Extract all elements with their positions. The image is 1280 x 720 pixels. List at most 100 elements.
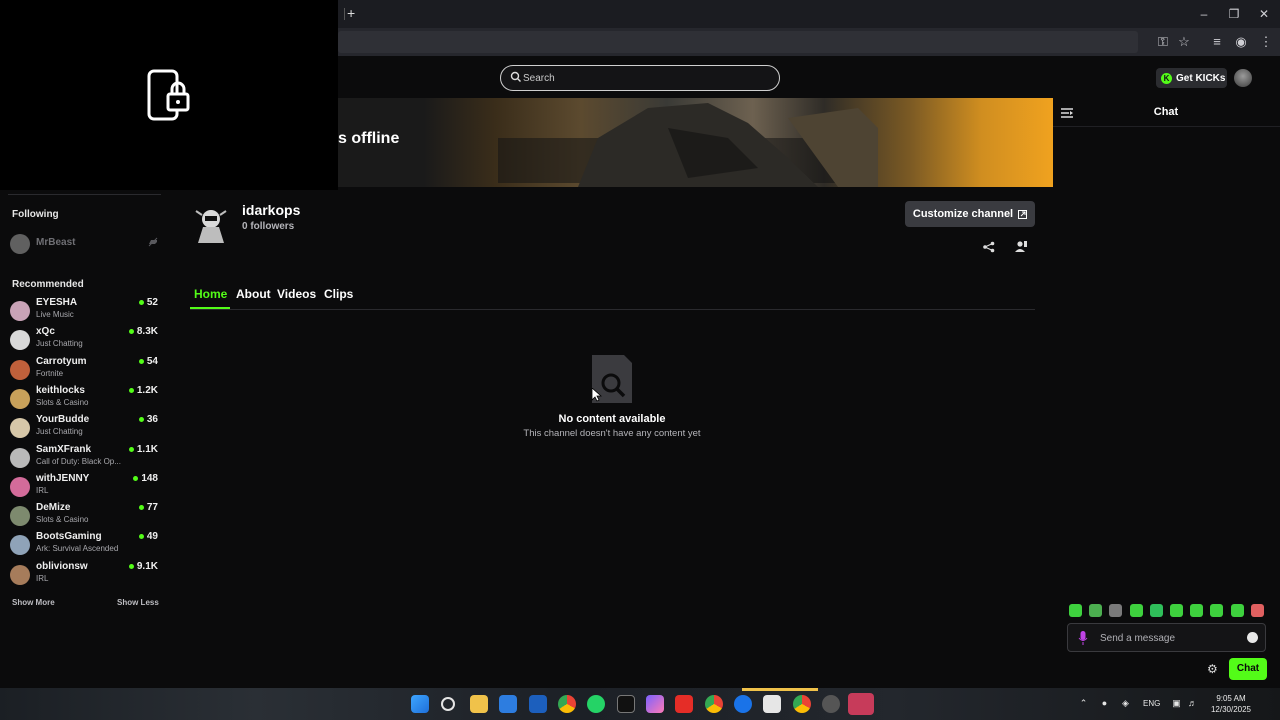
sidebar-item-demize[interactable]: DeMize Slots & Casino 77 [10,502,160,530]
channel-name: EYESHA [36,297,78,308]
emote-icon[interactable] [1210,604,1224,617]
emote-icon[interactable] [1129,604,1143,617]
share-icon[interactable] [982,240,996,254]
tab-videos[interactable]: Videos [277,287,316,301]
emote-icon[interactable] [1170,604,1183,617]
chat-message-input[interactable] [1100,631,1240,645]
search-bar[interactable] [500,65,780,91]
get-kicks-button[interactable]: K Get KICKs [1156,68,1227,88]
tray-volume-icon[interactable]: ♬ [1187,698,1198,709]
emote-icon[interactable] [1230,604,1244,617]
chrome-icon[interactable] [558,695,576,713]
app-icon-m[interactable] [529,695,547,713]
restore-icon[interactable]: ❐ [1224,5,1244,23]
sidebar-item-eyesha[interactable]: EYESHA Live Music 52 [10,297,160,325]
channel-name: keithlocks [36,384,85,396]
store-icon[interactable] [763,695,781,713]
close-icon[interactable]: ✕ [1254,5,1274,23]
tray-date: 12/30/2025 [1210,705,1252,714]
tradingview-icon[interactable] [617,695,635,713]
bookmark-star-icon[interactable]: ☆ [1174,32,1194,52]
address-field[interactable] [338,31,1138,53]
tab-clips[interactable]: Clips [324,287,353,301]
tab-home[interactable]: Home [194,287,227,301]
tab-about[interactable]: About [236,287,271,301]
emote-icon[interactable] [1149,604,1163,617]
avatar [10,301,30,321]
search-input[interactable] [523,69,773,87]
user-settings-icon[interactable] [1014,240,1028,254]
tray-display-icon[interactable]: ▣ [1171,698,1182,709]
avatar [10,388,30,409]
channel-name: Carrotyum [36,355,87,367]
chat-settings-gear-icon[interactable]: ⚙ [1207,663,1220,676]
youtube-icon[interactable] [675,695,693,713]
avatar [10,418,30,439]
emote-icon[interactable] [1109,604,1123,617]
channel-name: oblivionsw [36,560,88,572]
recorder-icon[interactable] [848,693,874,715]
sidebar-item-withjenny[interactable]: withJENNY IRL 148 [10,473,160,501]
avatar [10,447,30,468]
emote-icon[interactable] [1190,604,1204,617]
chrome-active-icon[interactable] [793,695,811,713]
microphone-icon[interactable] [1078,631,1088,645]
channel-category: IRL [36,485,49,495]
tray-overflow-chevron-icon[interactable]: ⌃ [1078,698,1089,709]
edge-icon[interactable] [734,695,752,713]
taskbar-search-icon[interactable] [441,697,455,711]
file-explorer-icon[interactable] [470,695,488,713]
viewer-count: 9.1K [128,561,158,572]
sidebar-item-oblivionsw[interactable]: oblivionsw IRL 9.1K [10,561,160,589]
viewer-count: 36 [138,414,158,425]
sidebar-item-bootsgaming[interactable]: BootsGaming Ark: Survival Ascended 49 [10,531,160,559]
user-avatar[interactable] [1234,69,1252,87]
empty-state-title: No content available [558,413,666,425]
emote-icon[interactable] [1250,604,1264,617]
chat-message-box[interactable] [1067,623,1266,652]
viewer-count-value: 54 [146,355,158,367]
password-key-icon[interactable]: ⚿ [1153,32,1173,52]
whatsapp-icon[interactable] [587,695,605,713]
emote-icon[interactable] [1069,604,1082,617]
outlook-icon[interactable] [499,695,517,713]
avatar [10,535,30,556]
tray-language[interactable]: ENG [1143,699,1160,708]
viewer-count: 52 [138,297,158,308]
sidebar-item-carrotyum[interactable]: Carrotyum Fortnite 54 [10,356,160,384]
sidebar-item-yourbudde[interactable]: YourBudde Just Chatting 36 [10,414,160,442]
viewer-count: 54 [138,355,158,367]
emote-icon[interactable] [1089,604,1103,617]
sidebar-item-keithlocks[interactable]: keithlocks Slots & Casino 1.2K [10,385,160,413]
following-heading: Following [12,209,59,220]
new-tab-button[interactable]: + [347,5,359,21]
viewer-count-value: 77 [146,502,158,514]
live-dot-icon [128,563,134,569]
chrome-profile-icon[interactable] [705,695,723,713]
sidebar-item-samxfrank[interactable]: SamXFrank Call of Duty: Black Op... 1.1K [10,444,160,472]
chat-send-button[interactable]: Chat [1229,658,1267,680]
collapse-chat-icon[interactable] [1060,106,1074,120]
customize-channel-button[interactable]: Customize channel [905,201,1035,227]
channel-avatar[interactable] [194,205,228,243]
copilot-icon[interactable] [646,695,664,713]
media-playlist-icon[interactable]: ≡ [1207,32,1227,52]
start-icon[interactable] [411,695,429,713]
browser-menu-icon[interactable]: ⋮ [1256,32,1276,52]
sidebar-item-xqc[interactable]: xQc Just Chatting 8.3K [10,326,160,354]
emoji-picker-icon[interactable] [1247,632,1258,643]
show-more-link[interactable]: Show More [12,598,55,607]
show-less-link[interactable]: Show Less [117,598,159,607]
app-icon-gray[interactable] [822,695,840,713]
mouse-cursor-icon [592,388,602,402]
profile-icon[interactable]: ◉ [1231,32,1251,52]
minimize-icon[interactable]: – [1194,5,1214,23]
tray-clock[interactable]: 9:05 AM 12/30/2025 [1208,693,1254,715]
tab-separator [344,8,345,20]
channel-category: Slots & Casino [36,397,89,407]
tray-network-icon[interactable]: ◈ [1120,698,1131,709]
channel-category: IRL [36,573,49,583]
offline-status-text: s offline [338,130,400,147]
tray-mic-icon[interactable]: ● [1099,698,1110,709]
sidebar-item-following[interactable]: MrBeast [10,233,160,261]
